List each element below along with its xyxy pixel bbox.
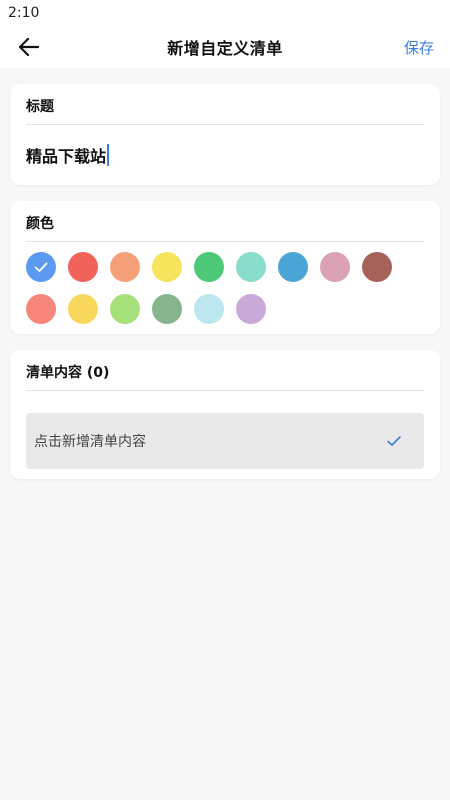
color-swatch[interactable] [152, 294, 182, 324]
text-caret [107, 144, 110, 166]
color-swatch[interactable] [152, 252, 182, 282]
title-heading: 标题 [26, 99, 54, 115]
color-swatch[interactable] [278, 252, 308, 282]
color-swatch[interactable] [110, 252, 140, 282]
add-list-item-button[interactable]: 点击新增清单内容 [26, 413, 424, 469]
add-list-item-label: 点击新增清单内容 [34, 434, 146, 450]
status-bar: 2:10 [0, 0, 450, 26]
title-input-value: 精品下载站 [26, 147, 107, 166]
color-swatch[interactable] [320, 252, 350, 282]
screen: 2:10 新增自定义清单 保存 标题 精品下载站 颜色 清单内容 (0) 点击新… [0, 0, 450, 800]
color-swatch[interactable] [236, 294, 266, 324]
color-swatch[interactable] [110, 294, 140, 324]
color-swatch[interactable] [194, 252, 224, 282]
color-heading: 颜色 [26, 216, 54, 232]
list-card: 清单内容 (0) 点击新增清单内容 [10, 350, 440, 479]
app-bar: 新增自定义清单 保存 [0, 26, 450, 68]
title-divider [26, 124, 424, 125]
title-card: 标题 精品下载站 [10, 84, 440, 185]
color-swatch[interactable] [236, 252, 266, 282]
list-heading: 清单内容 (0) [26, 365, 110, 381]
back-button[interactable] [16, 34, 42, 60]
color-swatch[interactable] [26, 294, 56, 324]
color-swatch[interactable] [68, 252, 98, 282]
status-time: 2:10 [8, 5, 40, 21]
color-divider [26, 241, 424, 242]
color-swatch[interactable] [26, 252, 56, 282]
check-icon[interactable] [386, 433, 402, 449]
list-divider [26, 390, 424, 391]
save-button[interactable]: 保存 [404, 37, 434, 58]
color-swatch[interactable] [362, 252, 392, 282]
color-swatch[interactable] [194, 294, 224, 324]
arrow-left-icon [19, 38, 39, 56]
title-input[interactable]: 精品下载站 [26, 143, 110, 167]
color-card: 颜色 [10, 201, 440, 334]
page-title: 新增自定义清单 [167, 39, 283, 58]
check-icon [34, 262, 48, 272]
color-swatch[interactable] [68, 294, 98, 324]
